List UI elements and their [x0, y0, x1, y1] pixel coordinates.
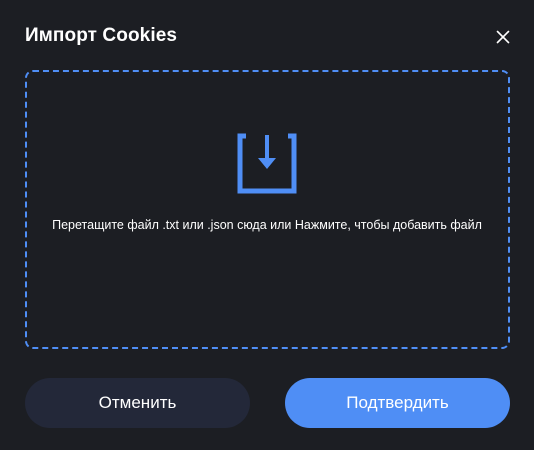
import-cookies-dialog: Импорт Cookies Перетащите файл .txt или …	[0, 0, 534, 450]
close-icon	[496, 30, 510, 44]
file-dropzone[interactable]	[25, 70, 510, 349]
confirm-button[interactable]: Подтвердить	[285, 378, 510, 428]
dialog-title: Импорт Cookies	[25, 25, 178, 46]
close-button[interactable]	[490, 24, 516, 50]
dropzone-instructions: Перетащите файл .txt или .json сюда или …	[52, 218, 482, 232]
cancel-button[interactable]: Отменить	[25, 378, 250, 428]
upload-icon	[237, 133, 297, 194]
